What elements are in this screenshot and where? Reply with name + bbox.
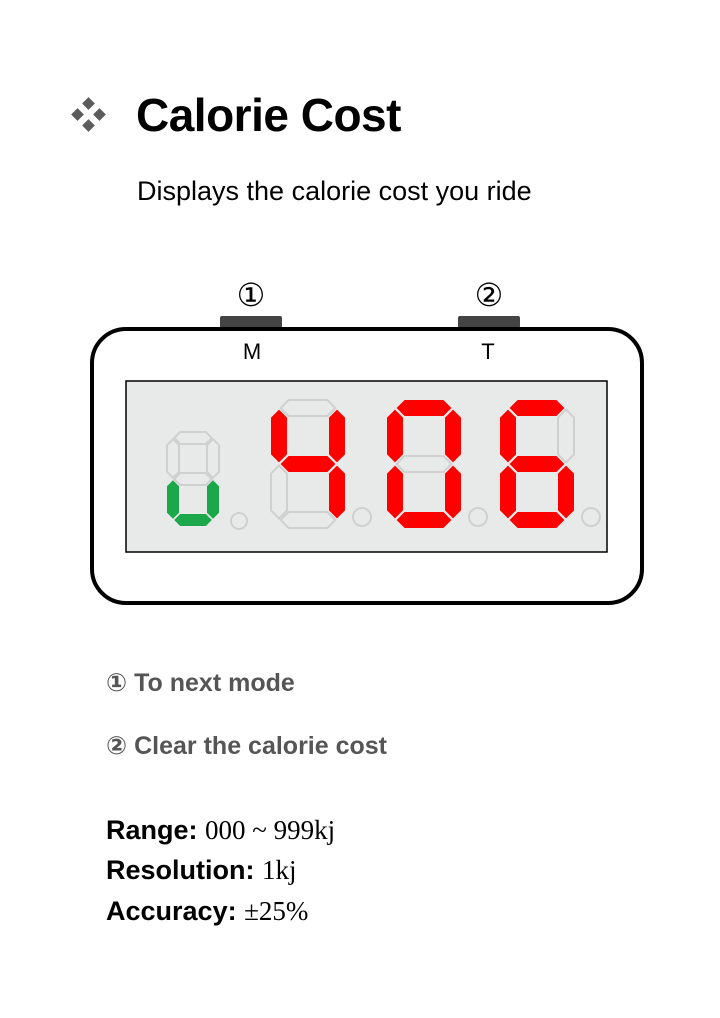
spec-accuracy-label: Accuracy: (106, 896, 237, 926)
segment-e (500, 465, 516, 519)
description-2-marker: ② (106, 732, 128, 760)
button-1-label: M (243, 339, 261, 364)
description-1-text: To next mode (134, 669, 295, 697)
button-1-marker: ① (237, 276, 266, 314)
segment-c (329, 465, 345, 519)
segment-d (174, 514, 212, 526)
segment-a (396, 400, 452, 416)
segment-b (329, 409, 345, 463)
spec-resolution: Resolution: 1kj (106, 855, 297, 886)
title-row: Calorie Cost (71, 88, 401, 142)
clear-button[interactable] (458, 316, 520, 328)
description-2: ② Clear the calorie cost (106, 731, 387, 761)
segment-e (167, 480, 179, 519)
segment-d (396, 512, 452, 528)
description-1: ① To next mode (106, 668, 295, 698)
button-2-label: T (481, 339, 494, 364)
segment-c (558, 465, 574, 519)
diamond-cluster-icon (71, 97, 106, 132)
spec-accuracy-value: ±25% (244, 896, 309, 926)
segment-f (271, 409, 287, 463)
device-illustration: ① ② M T (90, 276, 644, 605)
spec-resolution-label: Resolution: (106, 855, 255, 885)
spec-resolution-value: 1kj (262, 855, 297, 885)
spec-range-value: 000 ~ 999kj (205, 815, 336, 845)
page-subtitle: Displays the calorie cost you ride (137, 176, 532, 206)
segment-c (445, 465, 461, 519)
segment-f (387, 409, 403, 463)
spec-range: Range: 000 ~ 999kj (106, 815, 335, 846)
description-1-marker: ① (106, 669, 128, 697)
spec-range-label: Range: (106, 815, 198, 845)
button-2-marker: ② (475, 276, 504, 314)
segment-c (207, 480, 219, 519)
segment-e (387, 465, 403, 519)
description-2-text: Clear the calorie cost (134, 732, 388, 760)
page-title: Calorie Cost (136, 89, 401, 141)
segment-a (509, 400, 565, 416)
segment-g (280, 456, 336, 472)
segment-b (445, 409, 461, 463)
segment-g (509, 456, 565, 472)
segment-f (500, 409, 516, 463)
mode-button[interactable] (220, 316, 282, 328)
spec-accuracy: Accuracy: ±25% (106, 896, 308, 927)
segment-d (509, 512, 565, 528)
